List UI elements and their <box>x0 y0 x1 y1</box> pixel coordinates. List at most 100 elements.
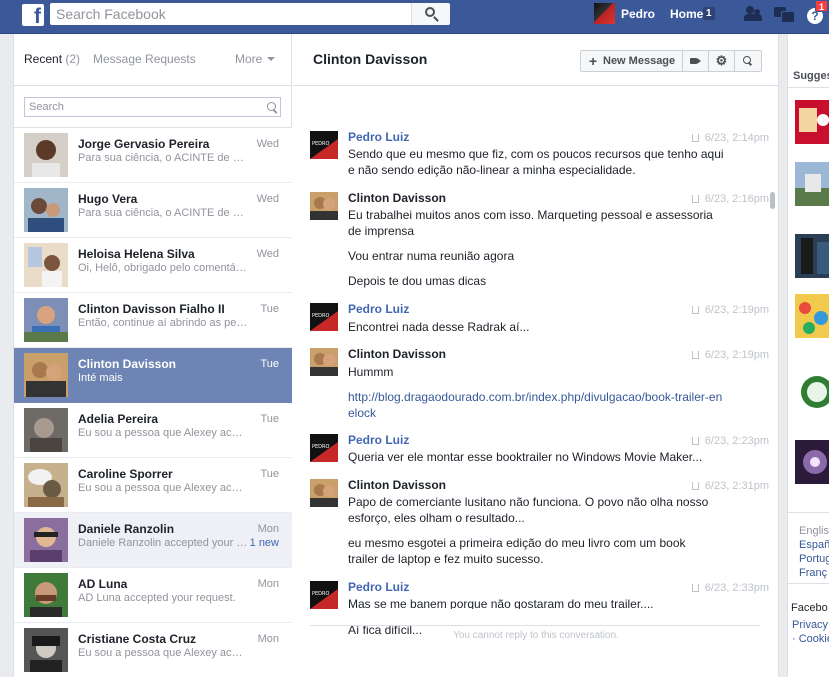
search-button[interactable] <box>411 3 450 25</box>
thread-title[interactable]: Clinton Davisson <box>313 51 427 67</box>
message-sender-link[interactable]: Clinton Davisson <box>348 191 446 205</box>
tab-recent-label: Recent <box>24 52 63 66</box>
conversation-snippet: Para sua ciência, o ACINTE de Cl... <box>78 152 248 164</box>
avatar <box>24 188 68 232</box>
divider <box>788 87 829 88</box>
message-time: 6/23, 2:16pm <box>704 193 769 205</box>
suggestion-thumbnail[interactable] <box>795 234 829 278</box>
suggestion-thumbnail[interactable] <box>795 100 829 144</box>
profile-avatar[interactable] <box>594 3 615 24</box>
notification-count-badge: 1 <box>815 0 829 12</box>
gear-icon[interactable]: ⚙ <box>709 51 735 71</box>
message-sender-link[interactable]: Pedro Luiz <box>348 580 409 594</box>
message-time: 6/23, 2:19pm <box>704 304 769 316</box>
conversation-item[interactable]: Adelia Pereira Eu sou a pessoa que Alexe… <box>14 403 292 458</box>
language-link[interactable]: Franç <box>799 567 827 579</box>
conversation-search-area: Search <box>14 86 292 128</box>
message-link[interactable]: http://blog.dragaodourado.com.br/index.p… <box>348 389 723 421</box>
avatar <box>24 133 68 177</box>
conversation-item-unread[interactable]: Daniele Ranzolin Daniele Ranzolin accept… <box>14 513 292 568</box>
conversation-name: Clinton Davisson Fialho II <box>78 302 225 316</box>
message-sender-link[interactable]: Pedro Luiz <box>348 433 409 447</box>
svg-text:PEDRO: PEDRO <box>312 313 329 319</box>
privacy-link[interactable]: Privacy <box>792 619 828 631</box>
conversation-item[interactable]: Heloisa Helena Silva Oi, Helô, obrigado … <box>14 238 292 293</box>
message-sender-link[interactable]: Pedro Luiz <box>348 130 409 144</box>
conversation-snippet: Inté mais <box>78 372 123 384</box>
suggestion-thumbnail[interactable] <box>795 294 829 338</box>
message-text: Vou entrar numa reunião agora <box>348 249 515 263</box>
tab-recent-count: (2) <box>65 52 81 66</box>
conversation-item[interactable]: Jorge Gervasio Pereira Para sua ciência,… <box>14 128 292 183</box>
svg-text:PEDRO: PEDRO <box>312 444 329 450</box>
message-sender-link[interactable]: Clinton Davisson <box>348 347 446 361</box>
conversation-snippet: Eu sou a pessoa que Alexey acus... <box>78 647 248 659</box>
message-time: 6/23, 2:31pm <box>704 480 769 492</box>
language-link[interactable]: Portug <box>799 553 829 565</box>
profile-name-link[interactable]: Pedro <box>621 7 655 21</box>
new-message-button[interactable]: New Message <box>581 51 683 71</box>
message-text: Eu trabalhei muitos anos com isso. Marqu… <box>348 208 713 238</box>
conversation-day: Wed <box>256 248 279 260</box>
conversation-name: Daniele Ranzolin <box>78 522 175 536</box>
avatar[interactable] <box>310 192 338 220</box>
conversation-day: Tue <box>260 468 279 480</box>
tab-recent[interactable]: Recent (2) <box>24 52 80 66</box>
message-text: Queria ver ele montar esse booktrailer n… <box>348 450 703 464</box>
avatar[interactable]: PEDRO <box>310 581 338 609</box>
message-timestamp: 6/23, 2:33pm <box>691 582 769 594</box>
avatar[interactable]: PEDRO <box>310 303 338 331</box>
video-call-icon[interactable] <box>683 51 709 71</box>
conversation-item[interactable]: Caroline Sporrer Eu sou a pessoa que Ale… <box>14 458 292 513</box>
suggested-pages-title: Sugges <box>793 70 829 82</box>
avatar <box>24 518 68 562</box>
messages-icon[interactable] <box>774 6 795 23</box>
message-time: 6/23, 2:19pm <box>704 349 769 361</box>
message-sender-link[interactable]: Clinton Davisson <box>348 478 446 492</box>
tab-message-requests[interactable]: Message Requests <box>93 52 196 66</box>
home-link[interactable]: Home <box>670 7 703 21</box>
reply-icon <box>691 195 699 203</box>
suggestion-thumbnail[interactable] <box>795 440 829 484</box>
top-navigation-bar: f Search Facebook Pedro Home 1 1 <box>0 0 829 34</box>
conversation-day: Wed <box>256 138 279 150</box>
conversation-day: Mon <box>257 523 279 535</box>
thread-header: Clinton Davisson New Message ⚙ <box>293 34 779 86</box>
conversation-item-selected[interactable]: Clinton Davisson Inté mais Tue <box>14 348 292 403</box>
conversation-list: Jorge Gervasio Pereira Para sua ciência,… <box>14 128 292 677</box>
conversation-name: Jorge Gervasio Pereira <box>78 137 210 151</box>
friend-requests-icon[interactable] <box>744 6 764 22</box>
avatar[interactable] <box>310 348 338 376</box>
suggestion-thumbnail[interactable] <box>795 162 829 206</box>
reply-icon <box>691 482 699 490</box>
conversation-item[interactable]: Hugo Vera Para sua ciência, o ACINTE de … <box>14 183 292 238</box>
conversation-snippet: Oi, Helô, obrigado pelo comentári... <box>78 262 248 274</box>
language-link[interactable]: Españ <box>799 539 829 551</box>
avatar <box>24 628 68 672</box>
message-text: Hummm <box>348 365 394 379</box>
message-timestamp: 6/23, 2:23pm <box>691 435 769 447</box>
avatar[interactable]: PEDRO <box>310 434 338 462</box>
message-timestamp: 6/23, 2:19pm <box>691 349 769 361</box>
message-scrollbar[interactable] <box>770 192 775 209</box>
avatar[interactable]: PEDRO <box>310 131 338 159</box>
conversation-name: Clinton Davisson <box>78 357 177 371</box>
avatar[interactable] <box>310 479 338 507</box>
conversation-search-input[interactable]: Search <box>24 97 281 117</box>
conversation-item[interactable]: Cristiane Costa Cruz Eu sou a pessoa que… <box>14 623 292 677</box>
divider <box>310 625 760 626</box>
suggestion-thumbnail[interactable] <box>795 370 829 414</box>
svg-text:PEDRO: PEDRO <box>312 141 329 147</box>
messages-main-panel: Recent (2) Message Requests More Search … <box>13 34 779 677</box>
cookies-link[interactable]: · Cookie <box>792 633 829 645</box>
conversation-item[interactable]: Clinton Davisson Fialho II Então, contin… <box>14 293 292 348</box>
tab-more-dropdown[interactable]: More <box>235 52 275 66</box>
conversation-name: Cristiane Costa Cruz <box>78 632 197 646</box>
search-conversation-icon[interactable] <box>735 51 761 71</box>
search-icon <box>425 7 435 17</box>
facebook-logo-icon[interactable]: f <box>22 4 44 26</box>
avatar <box>24 243 68 287</box>
search-facebook-input[interactable]: Search Facebook <box>50 3 411 25</box>
conversation-item[interactable]: AD Luna AD Luna accepted your request. M… <box>14 568 292 623</box>
message-sender-link[interactable]: Pedro Luiz <box>348 302 409 316</box>
